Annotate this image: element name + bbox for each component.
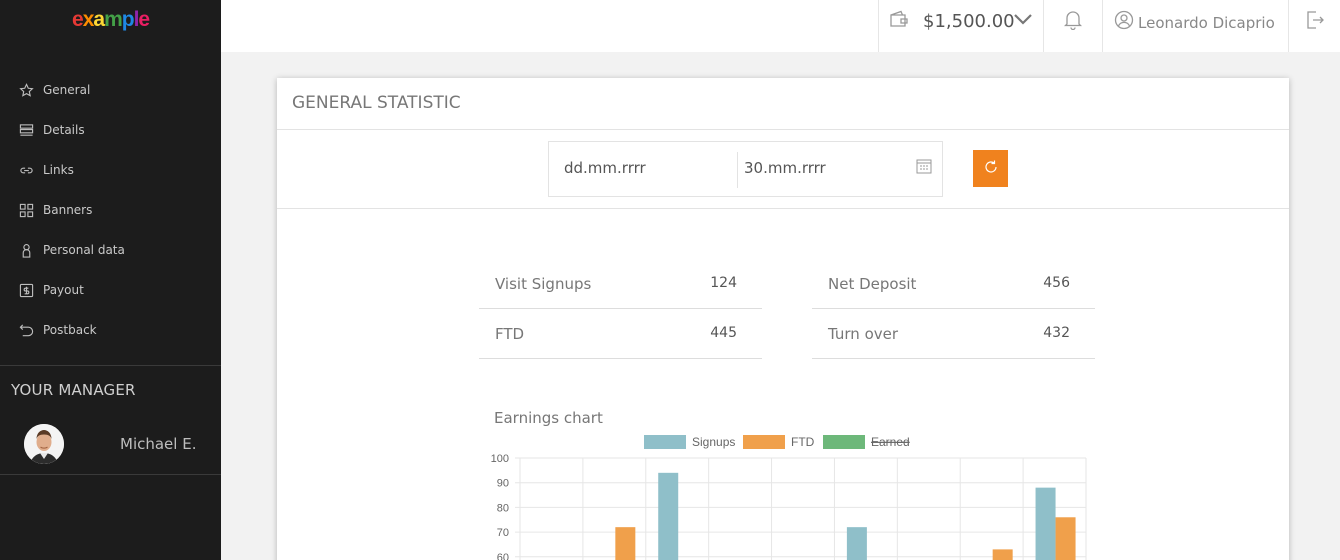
sidebar-item-payout[interactable]: Payout — [0, 270, 221, 310]
stat-label: Turn over — [828, 325, 899, 343]
date-range-picker: dd.mm.rrrr 30.mm.rrrr — [548, 141, 943, 197]
dollar-icon — [18, 282, 34, 298]
divider — [1043, 0, 1044, 52]
earnings-chart: Signups FTD Earned 100 90 80 70 60 — [491, 435, 1087, 560]
divider — [1288, 0, 1289, 52]
legend-item[interactable]: Signups — [644, 435, 735, 449]
stat-turn-over: Turn over 432 — [812, 309, 1095, 359]
sidebar: example General Details Links Banners Pe… — [0, 0, 221, 560]
divider — [0, 474, 221, 475]
stat-label: Net Deposit — [828, 275, 917, 293]
sidebar-nav: General Details Links Banners Personal d… — [0, 70, 221, 350]
divider — [737, 152, 738, 188]
star-icon — [18, 82, 34, 98]
logo[interactable]: example — [72, 8, 150, 32]
topbar: $1,500.00 Leonardo Dicaprio — [221, 0, 1340, 52]
chart-title: Earnings chart — [494, 409, 603, 427]
stat-visit-signups: Visit Signups 124 — [479, 259, 762, 309]
sidebar-item-postback[interactable]: Postback — [0, 310, 221, 350]
legend-item[interactable]: FTD — [743, 435, 815, 449]
y-tick-label: 60 — [497, 552, 509, 560]
user-icon[interactable] — [1114, 10, 1134, 34]
person-icon — [18, 242, 34, 258]
stat-label: Visit Signups — [495, 275, 592, 293]
sidebar-item-label: Personal data — [43, 243, 125, 257]
stat-value: 432 — [1043, 325, 1070, 341]
logo-letter: e — [138, 8, 150, 31]
y-tick-label: 70 — [497, 527, 509, 539]
stat-net-deposit: Net Deposit 456 — [812, 259, 1095, 309]
legend-label: Earned — [871, 435, 910, 449]
sidebar-item-label: Payout — [43, 283, 84, 297]
undo-icon — [18, 322, 34, 338]
divider — [277, 129, 1289, 130]
refresh-button[interactable] — [973, 150, 1008, 187]
legend-swatch — [743, 435, 785, 449]
list-icon — [18, 122, 34, 138]
calendar-icon[interactable] — [916, 158, 932, 178]
wallet-icon — [889, 10, 909, 32]
bar-ftd — [992, 549, 1013, 560]
general-statistic-card: GENERAL STATISTIC dd.mm.rrrr 30.mm.rrrr … — [277, 78, 1289, 560]
refresh-icon — [983, 159, 999, 179]
stat-label: FTD — [495, 325, 525, 343]
stat-ftd: FTD 445 — [479, 309, 762, 359]
logo-letter: e — [72, 8, 84, 31]
sidebar-item-personal-data[interactable]: Personal data — [0, 230, 221, 270]
date-to-input[interactable]: 30.mm.rrrr — [744, 159, 826, 177]
logo-letter: x — [82, 8, 95, 31]
balance-amount: $1,500.00 — [923, 11, 1015, 32]
legend-label: Signups — [692, 435, 735, 449]
manager-title: YOUR MANAGER — [11, 381, 136, 399]
grid-icon — [18, 202, 34, 218]
sidebar-item-label: Banners — [43, 203, 93, 217]
sidebar-item-label: Details — [43, 123, 85, 137]
legend-swatch — [644, 435, 686, 449]
divider — [1102, 0, 1103, 52]
logo-letter: p — [121, 8, 135, 31]
avatar — [24, 424, 64, 464]
card-title: GENERAL STATISTIC — [292, 93, 461, 113]
bar-ftd — [1055, 517, 1076, 560]
sidebar-item-label: General — [43, 83, 91, 97]
divider — [878, 0, 879, 52]
stat-value: 124 — [710, 275, 737, 291]
divider — [277, 208, 1289, 209]
bar-signups — [1035, 487, 1056, 560]
user-name[interactable]: Leonardo Dicaprio — [1138, 14, 1275, 32]
sidebar-item-label: Postback — [43, 323, 97, 337]
logout-icon[interactable] — [1305, 10, 1325, 34]
sidebar-item-banners[interactable]: Banners — [0, 190, 221, 230]
sidebar-item-label: Links — [43, 163, 74, 177]
divider — [0, 365, 221, 366]
legend-label: FTD — [791, 435, 815, 449]
legend-swatch — [823, 435, 865, 449]
bar-signups — [846, 527, 867, 560]
manager-name: Michael E. — [120, 435, 197, 453]
date-from-input[interactable]: dd.mm.rrrr — [564, 159, 646, 177]
chevron-down-icon[interactable] — [1013, 9, 1033, 33]
bar-ftd — [615, 527, 636, 560]
link-icon — [18, 162, 34, 178]
legend-item[interactable]: Earned — [823, 435, 910, 449]
stat-value: 456 — [1043, 275, 1070, 291]
y-tick-label: 90 — [497, 478, 509, 490]
y-tick-label: 80 — [497, 502, 509, 514]
sidebar-item-links[interactable]: Links — [0, 150, 221, 190]
sidebar-item-details[interactable]: Details — [0, 110, 221, 150]
logo-letter: a — [93, 8, 105, 31]
bar-signups — [658, 472, 679, 560]
logo-letter: m — [104, 8, 123, 31]
stat-value: 445 — [710, 325, 737, 341]
bell-icon[interactable] — [1063, 10, 1083, 34]
sidebar-item-general[interactable]: General — [0, 70, 221, 110]
y-tick-label: 100 — [491, 453, 509, 465]
